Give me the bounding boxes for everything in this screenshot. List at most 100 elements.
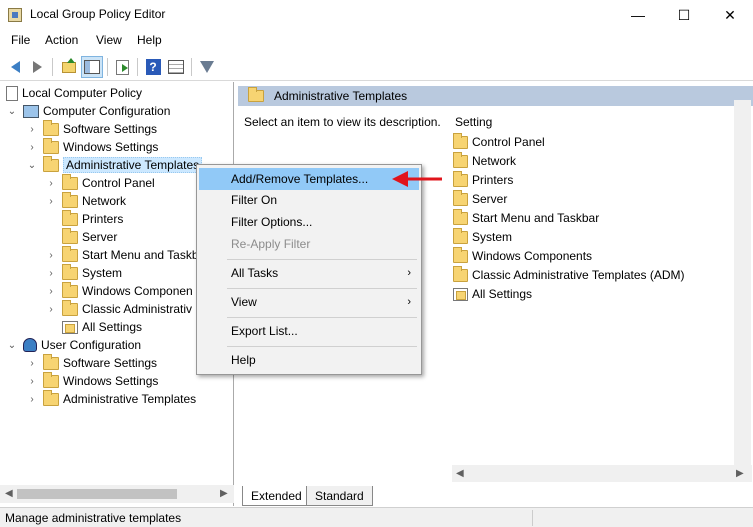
scrollbar-thumb[interactable] [17, 489, 177, 499]
title-bar: Local Group Policy Editor — ☐ ✕ [0, 0, 753, 30]
details-vertical-scrollbar[interactable] [734, 100, 751, 465]
menu-filter-options[interactable]: Filter Options... [199, 211, 419, 233]
tree-node-administrative-templates[interactable]: ⌄ Administrative Templates [26, 155, 203, 174]
forward-button[interactable] [26, 56, 48, 78]
tree-label: All Settings [82, 320, 143, 334]
tree-node-control-panel[interactable]: › Control Panel [45, 173, 155, 192]
menu-filter-on[interactable]: Filter On [199, 189, 419, 211]
list-item-label: System [472, 230, 513, 244]
filter-icon [200, 61, 214, 73]
list-item-label: Network [472, 154, 517, 168]
forward-arrow-icon [32, 61, 42, 73]
expand-chevron-icon[interactable]: › [45, 304, 57, 315]
tab-standard[interactable]: Standard [306, 486, 373, 506]
list-item-classic-administrative-templates[interactable]: Classic Administrative Templates (ADM) [453, 265, 685, 284]
description-text: Select an item to view its description. [244, 115, 441, 129]
details-horizontal-scrollbar[interactable]: ◀ ▶ [452, 465, 752, 482]
tree-node-user-administrative-templates[interactable]: › Administrative Templates [26, 389, 196, 408]
expand-chevron-icon[interactable]: › [45, 178, 57, 189]
scroll-right-icon[interactable]: ▶ [736, 468, 744, 479]
expand-chevron-icon[interactable]: › [45, 286, 57, 297]
menu-all-tasks[interactable]: All Tasks › [199, 262, 419, 284]
collapse-chevron-icon[interactable]: ⌄ [26, 160, 38, 171]
list-item-system[interactable]: System [453, 227, 513, 246]
folder-icon [453, 227, 468, 244]
export-list-button[interactable] [111, 56, 133, 78]
tree-node-local-computer-policy[interactable]: Local Computer Policy [2, 84, 142, 102]
close-button[interactable]: ✕ [707, 0, 753, 30]
tree-horizontal-scrollbar[interactable]: ◀ ▶ [0, 485, 234, 503]
tab-extended[interactable]: Extended [242, 486, 311, 506]
back-button[interactable] [4, 56, 26, 78]
expand-chevron-icon[interactable]: › [45, 250, 57, 261]
list-item-all-settings[interactable]: All Settings [453, 285, 532, 303]
menu-item-label: Filter Options... [231, 215, 313, 229]
tree-node-classic-administrative-templates[interactable]: › Classic Administrativ [45, 299, 192, 318]
expand-chevron-icon[interactable]: › [45, 196, 57, 207]
menu-bar: File Action View Help [0, 30, 753, 52]
status-bar: Manage administrative templates [0, 507, 753, 527]
tree-node-software-settings[interactable]: › Software Settings [26, 119, 157, 138]
menu-help-item[interactable]: Help [199, 349, 419, 371]
collapse-chevron-icon[interactable]: ⌄ [6, 106, 18, 117]
menu-view[interactable]: View › [199, 291, 419, 313]
tree-label: Start Menu and Taskb [82, 248, 199, 262]
status-text: Manage administrative templates [5, 511, 182, 525]
expand-chevron-icon[interactable]: › [26, 142, 38, 153]
list-item-label: Server [472, 192, 508, 206]
details-header-title: Administrative Templates [274, 89, 408, 103]
menu-view[interactable]: View [96, 33, 122, 47]
group-policy-app-icon [8, 8, 22, 22]
show-hide-tree-button[interactable] [81, 56, 103, 78]
list-item-start-menu-and-taskbar[interactable]: Start Menu and Taskbar [453, 208, 599, 227]
tree-node-computer-configuration[interactable]: ⌄ Computer Configuration [6, 102, 171, 120]
folder-icon [43, 353, 59, 370]
filter-button[interactable] [196, 56, 218, 78]
list-item-control-panel[interactable]: Control Panel [453, 132, 545, 151]
scroll-right-icon[interactable]: ▶ [220, 488, 228, 499]
tree-node-system[interactable]: › System [45, 263, 122, 282]
tree-node-start-menu-and-taskbar[interactable]: › Start Menu and Taskb [45, 245, 199, 264]
tree-node-network[interactable]: › Network [45, 191, 126, 210]
all-settings-icon [62, 320, 78, 334]
expand-chevron-icon[interactable]: › [26, 376, 38, 387]
list-item-server[interactable]: Server [453, 189, 508, 208]
expand-chevron-icon[interactable]: › [26, 358, 38, 369]
properties-button[interactable] [165, 56, 187, 78]
menu-separator [227, 346, 417, 347]
expand-chevron-icon[interactable]: › [45, 268, 57, 279]
expand-chevron-icon[interactable]: › [26, 124, 38, 135]
tree-node-user-windows-settings[interactable]: › Windows Settings [26, 371, 158, 390]
tree-node-server[interactable]: Server [45, 227, 117, 246]
menu-item-label: Re-Apply Filter [231, 237, 311, 251]
minimize-button[interactable]: — [615, 0, 661, 30]
menu-add-remove-templates[interactable]: Add/Remove Templates... [199, 168, 419, 190]
setting-column-header[interactable]: Setting [455, 115, 492, 129]
up-one-level-button[interactable] [58, 56, 80, 78]
tree-label: Local Computer Policy [22, 86, 143, 100]
tree-node-user-configuration[interactable]: ⌄ User Configuration [6, 336, 141, 354]
menu-help[interactable]: Help [137, 33, 162, 47]
tree-node-windows-settings[interactable]: › Windows Settings [26, 137, 158, 156]
tree-node-printers[interactable]: Printers [45, 209, 123, 228]
folder-icon [43, 155, 59, 172]
maximize-button[interactable]: ☐ [661, 0, 707, 30]
tree-node-windows-components[interactable]: › Windows Componen [45, 281, 193, 300]
menu-file[interactable]: File [11, 33, 30, 47]
list-item-windows-components[interactable]: Windows Components [453, 246, 592, 265]
list-item-printers[interactable]: Printers [453, 170, 513, 189]
scroll-left-icon[interactable]: ◀ [456, 468, 464, 479]
menu-action[interactable]: Action [45, 33, 78, 47]
expand-chevron-icon[interactable]: › [26, 394, 38, 405]
tree-node-all-settings[interactable]: All Settings [45, 318, 142, 336]
policy-document-icon [6, 85, 18, 101]
folder-icon [62, 245, 78, 262]
tree-node-user-software-settings[interactable]: › Software Settings [26, 353, 157, 372]
menu-export-list[interactable]: Export List... [199, 320, 419, 342]
collapse-chevron-icon[interactable]: ⌄ [6, 340, 18, 351]
scroll-left-icon[interactable]: ◀ [5, 488, 13, 499]
list-item-network[interactable]: Network [453, 151, 517, 170]
help-button[interactable]: ? [142, 56, 164, 78]
tree-label: User Configuration [41, 338, 142, 352]
folder-icon [62, 173, 78, 190]
